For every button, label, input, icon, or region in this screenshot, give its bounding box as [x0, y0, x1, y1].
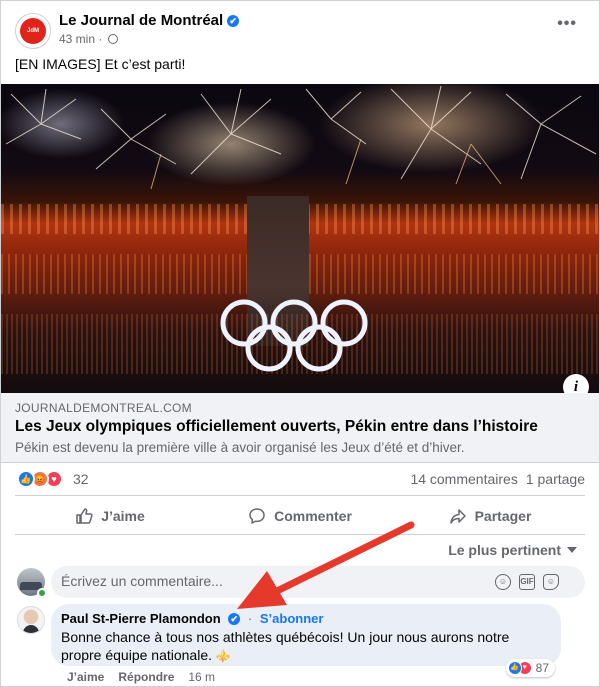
- comment-follow-separator: ·: [247, 611, 253, 626]
- follow-link[interactable]: S’abonner: [260, 611, 324, 626]
- post-text: [EN IMAGES] Et c’est parti!: [15, 56, 186, 72]
- comment-reply-button[interactable]: Répondre: [118, 670, 174, 684]
- comment-sort-dropdown[interactable]: Le plus pertinent: [448, 542, 577, 558]
- like-reaction-icon: 👍: [17, 470, 35, 488]
- comment-author[interactable]: Paul St-Pierre Plamondon: [61, 611, 221, 626]
- globe-icon: [107, 34, 118, 44]
- more-options-icon[interactable]: •••: [557, 15, 577, 33]
- sort-label: Le plus pertinent: [448, 542, 561, 558]
- post-card: JdM Le Journal de Montréal ✔ 43 min · •••…: [0, 0, 600, 687]
- share-button[interactable]: Partager: [395, 500, 585, 532]
- link-domain: JOURNALDEMONTREAL.COM: [15, 401, 192, 415]
- post-image[interactable]: i: [1, 84, 599, 394]
- page-avatar[interactable]: JdM: [15, 13, 51, 49]
- meta-separator: ·: [98, 32, 103, 46]
- shares-count[interactable]: 1 partage: [526, 471, 585, 487]
- info-button[interactable]: i: [563, 374, 589, 394]
- comment-header: Paul St-Pierre Plamondon ✔ · S’abonner: [61, 611, 323, 626]
- page-name-text[interactable]: Le Journal de Montréal: [59, 12, 223, 29]
- comment-actions: J’aime Répondre 16 m: [67, 670, 215, 684]
- sticker-icon[interactable]: ☺: [543, 574, 559, 590]
- comment-icon: [249, 508, 265, 524]
- commenter-avatar[interactable]: [17, 606, 45, 634]
- like-label: J’aime: [101, 508, 145, 524]
- online-status-icon: [37, 588, 47, 598]
- comment-label: Commenter: [274, 508, 352, 524]
- share-icon: [449, 509, 466, 524]
- verified-badge-icon: ✔: [228, 613, 241, 625]
- post-time[interactable]: 43 min: [59, 32, 95, 46]
- post-meta: 43 min ·: [59, 32, 118, 46]
- comment-composer[interactable]: ☺ GIF ☺: [51, 566, 585, 598]
- comments-count[interactable]: 14 commentaires: [410, 471, 517, 487]
- comment-button[interactable]: Commenter: [205, 500, 395, 532]
- comment-time[interactable]: 16 m: [188, 670, 215, 684]
- thumbs-up-icon: [76, 508, 93, 524]
- page-name[interactable]: Le Journal de Montréal ✔: [59, 12, 240, 29]
- link-title[interactable]: Les Jeux olympiques officiellement ouver…: [15, 418, 538, 436]
- like-reaction-icon: 👍: [507, 661, 522, 675]
- post-stats: 14 commentaires 1 partage: [410, 471, 585, 487]
- post-header: JdM Le Journal de Montréal ✔ 43 min · •••: [15, 11, 585, 51]
- journal-logo: JdM: [20, 18, 46, 44]
- reaction-count[interactable]: 32: [73, 471, 89, 487]
- comment-text: Bonne chance à tous nos athlètes québéco…: [61, 628, 541, 665]
- action-bar: J’aime Commenter Partager: [15, 500, 585, 532]
- olympic-rings-graphic: [220, 299, 368, 372]
- comment-input[interactable]: [61, 573, 461, 589]
- divider: [15, 534, 585, 535]
- share-label: Partager: [474, 508, 532, 524]
- comment-reaction-count: 87: [535, 661, 549, 675]
- emoji-icon[interactable]: ☺: [495, 574, 511, 590]
- verified-badge-icon: ✔: [227, 15, 240, 27]
- comment-reactions[interactable]: 👍 ♥ 87: [505, 659, 555, 677]
- link-preview[interactable]: JOURNALDEMONTREAL.COM Les Jeux olympique…: [1, 393, 599, 463]
- like-button[interactable]: J’aime: [15, 500, 205, 532]
- fleur-de-lis-emoji: ⚜️: [215, 649, 231, 663]
- comment-like-button[interactable]: J’aime: [67, 670, 104, 684]
- divider: [15, 495, 585, 496]
- gif-icon[interactable]: GIF: [519, 574, 535, 590]
- comment-body: Bonne chance à tous nos athlètes québéco…: [61, 629, 510, 663]
- link-description: Pékin est devenu la première ville à avo…: [15, 440, 465, 455]
- reaction-icons: 👍 😡 ♥: [17, 470, 67, 488]
- chevron-down-icon: [567, 547, 577, 553]
- comment-bubble: Paul St-Pierre Plamondon ✔ · S’abonner B…: [51, 604, 561, 666]
- fireworks-graphic: [5, 85, 597, 190]
